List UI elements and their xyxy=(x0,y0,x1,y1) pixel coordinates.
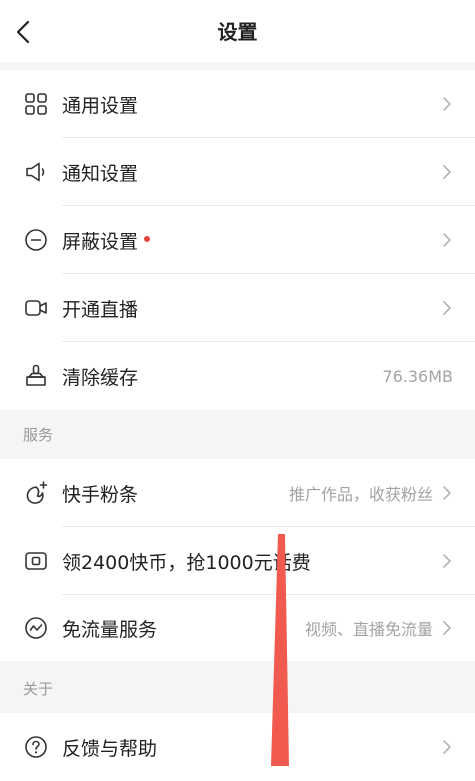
free-data-service-label: 免流量服务 xyxy=(62,618,158,641)
general-settings-item[interactable]: 通用设置 xyxy=(0,70,475,138)
broom-icon xyxy=(26,364,46,386)
notification-settings-item[interactable]: 通知设置 xyxy=(0,138,475,206)
chevron-right-icon xyxy=(443,165,451,179)
data-wave-icon xyxy=(25,617,47,639)
speaker-icon xyxy=(26,162,45,182)
navigation-bar: 设置 xyxy=(0,0,475,62)
services-section-title: 服务 xyxy=(0,411,475,459)
general-settings-list: 通用设置 通知设置 屏蔽设置 开通直播 清除缓存 76.36MB xyxy=(0,70,475,410)
fan-tiao-icon xyxy=(26,481,48,504)
block-settings-item[interactable]: 屏蔽设置 xyxy=(0,206,475,274)
chevron-right-icon xyxy=(443,97,451,111)
chevron-right-icon xyxy=(443,740,451,754)
chevron-right-icon xyxy=(443,621,451,635)
notification-settings-label: 通知设置 xyxy=(62,162,139,185)
services-list: 快手粉条 推广作品，收获粉丝 领2400快币，抢1000元话费 免流量服务 视频… xyxy=(0,459,475,661)
clear-cache-label: 清除缓存 xyxy=(62,366,139,389)
help-circle-icon xyxy=(25,736,47,758)
chevron-right-icon xyxy=(443,486,451,500)
unread-dot-badge xyxy=(144,236,151,242)
feedback-help-item[interactable]: 反馈与帮助 xyxy=(0,713,475,781)
fantiao-promo-text: 推广作品，收获粉丝 xyxy=(288,485,433,504)
about-section-title: 关于 xyxy=(0,665,475,713)
general-settings-label: 通用设置 xyxy=(62,94,139,117)
free-data-description: 视频、直播免流量 xyxy=(304,620,433,639)
kuaishou-fantiao-item[interactable]: 快手粉条 推广作品，收获粉丝 xyxy=(0,459,475,527)
page-title: 设置 xyxy=(217,20,258,44)
open-live-item[interactable]: 开通直播 xyxy=(0,274,475,342)
feedback-help-label: 反馈与帮助 xyxy=(62,737,158,760)
about-list: 反馈与帮助 xyxy=(0,713,475,781)
coin-reward-item[interactable]: 领2400快币，抢1000元话费 xyxy=(0,527,475,595)
chevron-right-icon xyxy=(443,233,451,247)
free-data-service-item[interactable]: 免流量服务 视频、直播免流量 xyxy=(0,595,475,661)
block-settings-label: 屏蔽设置 xyxy=(62,206,151,274)
chevron-right-icon xyxy=(443,554,451,568)
coin-reward-label: 领2400快币，抢1000元话费 xyxy=(62,551,311,574)
coin-card-icon xyxy=(25,552,47,570)
block-settings-text: 屏蔽设置 xyxy=(62,230,139,253)
grid-icon xyxy=(25,93,47,115)
kuaishou-fantiao-label: 快手粉条 xyxy=(62,483,139,506)
cache-size-value: 76.36MB xyxy=(382,366,453,386)
minus-circle-icon xyxy=(25,229,47,251)
chevron-right-icon xyxy=(443,301,451,315)
open-live-label: 开通直播 xyxy=(62,298,139,321)
clear-cache-item[interactable]: 清除缓存 76.36MB xyxy=(0,342,475,410)
video-camera-icon xyxy=(25,300,47,316)
